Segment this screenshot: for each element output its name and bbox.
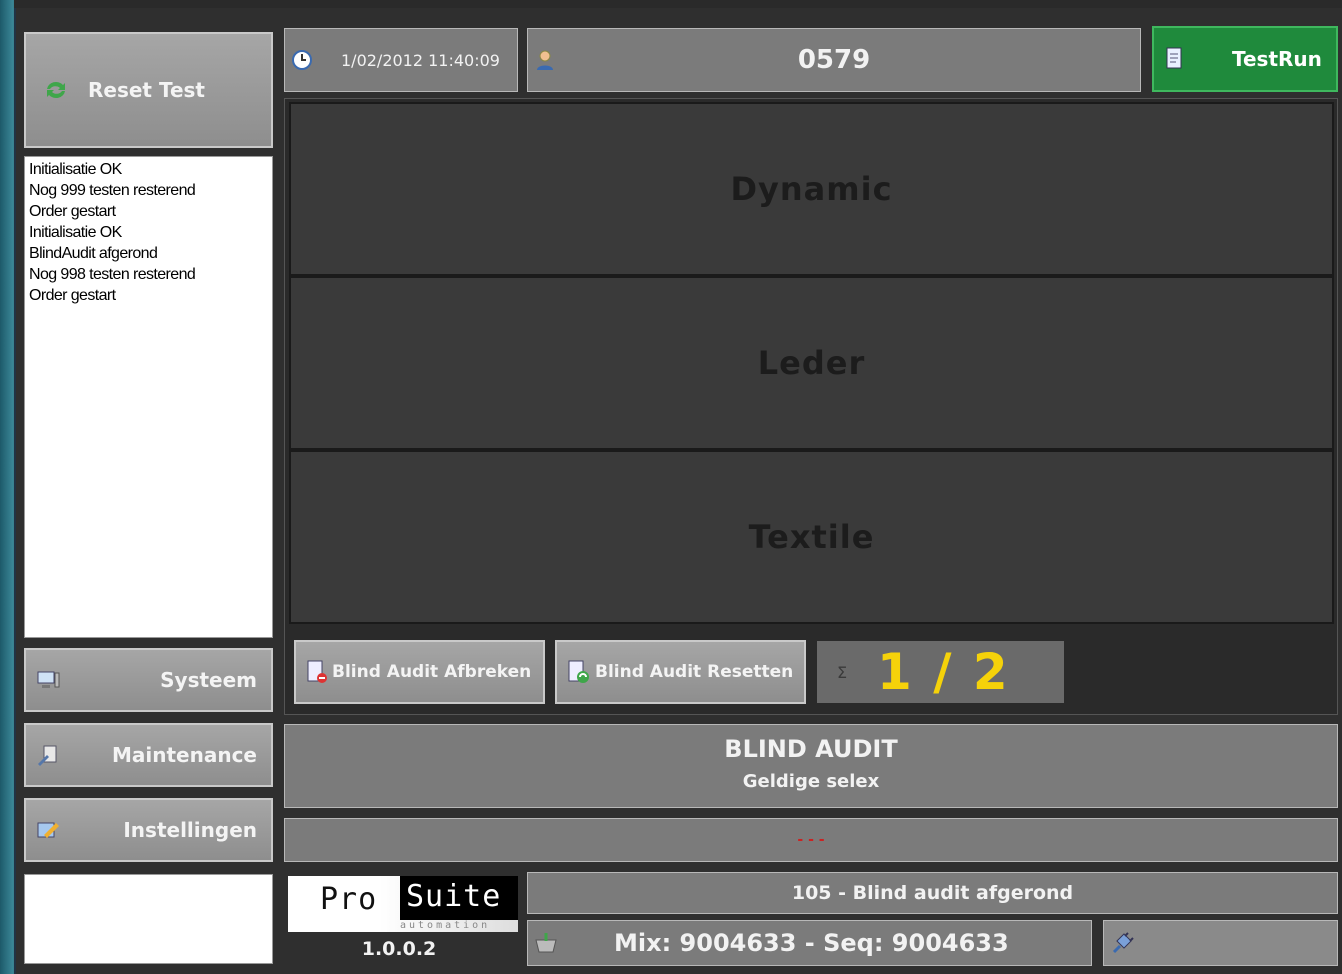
category-textile-button[interactable]: Textile bbox=[289, 450, 1334, 624]
operator-id: 0579 bbox=[797, 45, 871, 75]
log-line: Initialisatie OK bbox=[29, 161, 122, 178]
category-textile-label: Textile bbox=[748, 518, 875, 556]
document-refresh-icon bbox=[567, 659, 591, 685]
sigma-icon: Σ bbox=[836, 662, 848, 682]
nav-instellingen-button[interactable]: Instellingen bbox=[24, 798, 273, 862]
log-line: Order gestart bbox=[29, 287, 116, 304]
audit-counter-value: 1 / 2 bbox=[877, 643, 1010, 701]
nav-instellingen-label: Instellingen bbox=[123, 818, 257, 842]
category-dynamic-button[interactable]: Dynamic bbox=[289, 102, 1334, 276]
blind-audit-reset-button[interactable]: Blind Audit Resetten bbox=[555, 640, 806, 704]
blind-audit-abort-label: Blind Audit Afbreken bbox=[332, 662, 532, 682]
basket-icon bbox=[534, 932, 558, 954]
logo-pro: Pro bbox=[320, 882, 378, 917]
category-leder-label: Leder bbox=[757, 344, 866, 382]
blind-audit-abort-button[interactable]: Blind Audit Afbreken bbox=[294, 640, 545, 704]
status-title: BLIND AUDIT bbox=[724, 735, 898, 763]
reset-test-label: Reset Test bbox=[88, 78, 205, 102]
message-panel: - - - bbox=[284, 818, 1338, 862]
tools-icon bbox=[36, 744, 60, 766]
status-subtitle: Geldige selex bbox=[742, 771, 880, 792]
testrun-label: TestRun bbox=[1232, 47, 1322, 71]
category-leder-button[interactable]: Leder bbox=[289, 276, 1334, 450]
category-dynamic-label: Dynamic bbox=[730, 170, 893, 208]
nav-systeem-button[interactable]: Systeem bbox=[24, 648, 273, 712]
event-panel: 105 - Blind audit afgerond bbox=[527, 872, 1338, 914]
datetime-value: 1/02/2012 11:40:09 bbox=[341, 50, 500, 70]
log-line: Order gestart bbox=[29, 203, 116, 220]
prosuite-logo: Pro Suite automation bbox=[288, 876, 518, 932]
log-panel: Initialisatie OK Nog 999 testen resteren… bbox=[24, 156, 273, 638]
log-line: BlindAudit afgerond bbox=[29, 245, 158, 262]
mix-seq-panel: Mix: 9004633 - Seq: 9004633 bbox=[527, 920, 1092, 966]
nav-maintenance-label: Maintenance bbox=[111, 743, 257, 767]
log-line: Nog 998 testen resterend bbox=[29, 266, 196, 283]
mix-seq-text: Mix: 9004633 - Seq: 9004633 bbox=[614, 929, 1009, 957]
log-line: Nog 999 testen resterend bbox=[29, 182, 196, 199]
log-line: Initialisatie OK bbox=[29, 224, 122, 241]
settings-icon bbox=[36, 819, 60, 841]
document-cancel-icon bbox=[306, 659, 328, 685]
datetime-panel: 1/02/2012 11:40:09 bbox=[284, 28, 518, 92]
computer-icon bbox=[36, 669, 60, 691]
logo-tagline: automation bbox=[400, 920, 491, 931]
customer-logo-area bbox=[24, 874, 273, 964]
refresh-icon bbox=[36, 79, 76, 101]
testrun-button[interactable]: TestRun bbox=[1152, 26, 1338, 92]
logo-suite: Suite bbox=[400, 876, 518, 920]
operator-panel: 0579 bbox=[527, 28, 1141, 92]
blind-audit-status-panel: BLIND AUDIT Geldige selex bbox=[284, 724, 1338, 808]
nav-maintenance-button[interactable]: Maintenance bbox=[24, 723, 273, 787]
reset-test-button[interactable]: Reset Test bbox=[24, 32, 273, 148]
clock-icon bbox=[291, 49, 313, 71]
document-icon bbox=[1164, 46, 1186, 72]
audit-counter-panel: Σ 1 / 2 bbox=[817, 641, 1064, 703]
version-label: 1.0.0.2 bbox=[361, 938, 437, 960]
plug-icon bbox=[1110, 930, 1136, 956]
message-text: - - - bbox=[797, 832, 825, 848]
blind-audit-reset-label: Blind Audit Resetten bbox=[595, 662, 794, 682]
nav-systeem-label: Systeem bbox=[160, 668, 257, 692]
connection-panel[interactable] bbox=[1103, 920, 1338, 966]
event-text: 105 - Blind audit afgerond bbox=[791, 882, 1074, 904]
